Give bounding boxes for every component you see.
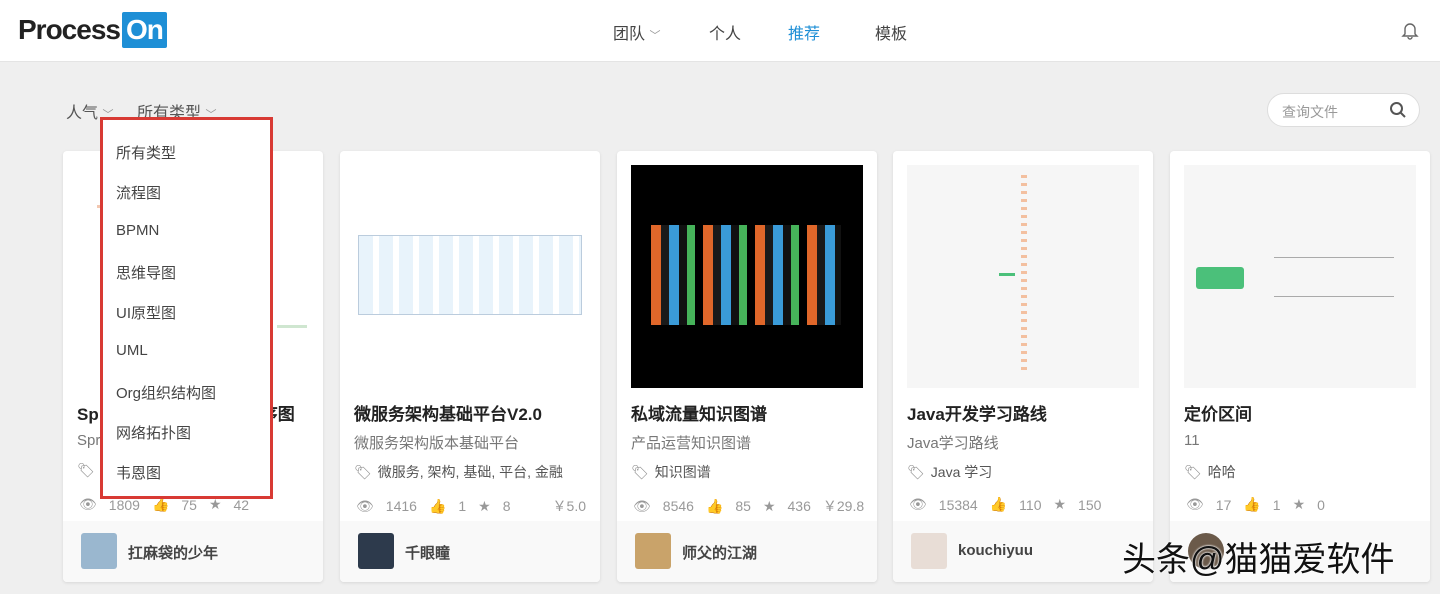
avatar[interactable] <box>635 533 671 569</box>
tag-icon: 🏷 <box>907 464 925 481</box>
top-header: ProcessOn 团队 ﹀ 个人 推荐 模板 <box>0 0 1440 62</box>
logo-badge: On <box>122 12 167 48</box>
card-description: 微服务架构版本基础平台 <box>354 432 519 453</box>
dropdown-item[interactable]: Org组织结构图 <box>116 382 216 403</box>
nav-personal[interactable]: 个人 <box>709 20 741 44</box>
template-card[interactable]: 微服务架构基础平台V2.0 微服务架构版本基础平台 🏷微服务, 架构, 基础, … <box>340 151 600 582</box>
card-description: 11 <box>1184 432 1200 449</box>
thumbs-up-icon: 👍 <box>429 498 446 515</box>
nav-recommend[interactable]: 推荐 <box>788 20 820 44</box>
eye-icon: 👁 <box>1186 496 1204 513</box>
eye-icon: 👁 <box>356 498 374 515</box>
author-name[interactable]: kouchiyuu <box>958 542 1033 559</box>
card-footer: 师父的江湖 <box>617 521 877 582</box>
template-card[interactable]: Java开发学习路线 Java学习路线 🏷Java 学习 👁15384👍110★… <box>893 151 1153 582</box>
card-title[interactable]: 微服务架构基础平台V2.0 <box>354 400 542 425</box>
chevron-down-icon: ﹀ <box>649 30 660 42</box>
card-title[interactable]: 定价区间 <box>1184 400 1252 425</box>
thumbs-up-icon: 👍 <box>706 498 723 515</box>
card-stats: 👁15384👍110★150 <box>909 496 1139 513</box>
thumbs-up-icon: 👍 <box>990 496 1007 513</box>
card-stats: 👁8546👍85★436￥29.8 <box>633 496 863 516</box>
price: ￥29.8 <box>823 496 864 516</box>
star-icon: ★ <box>763 498 776 515</box>
card-footer: 扛麻袋的少年 <box>63 521 323 582</box>
tag-icon: 🏷 <box>77 462 95 479</box>
thumbs-up-icon: 👍 <box>1243 496 1260 513</box>
nav-team[interactable]: 团队 ﹀ <box>613 20 660 44</box>
avatar[interactable] <box>911 533 947 569</box>
avatar[interactable] <box>81 533 117 569</box>
eye-icon: 👁 <box>79 496 97 513</box>
card-footer: kouchiyuu <box>893 521 1153 582</box>
card-thumbnail[interactable] <box>907 165 1139 388</box>
tag-icon: 🏷 <box>354 464 372 481</box>
dropdown-item[interactable]: 所有类型 <box>116 142 176 163</box>
star-icon: ★ <box>478 498 491 515</box>
author-name[interactable]: 师父的江湖 <box>682 542 757 563</box>
eye-icon: 👁 <box>633 498 651 515</box>
card-description: Spr <box>77 432 100 449</box>
tag-icon: 🏷 <box>631 464 649 481</box>
nav-templates[interactable]: 模板 <box>875 20 907 44</box>
template-card[interactable]: 私域流量知识图谱 产品运营知识图谱 🏷知识图谱 👁8546👍85★436￥29.… <box>617 151 877 582</box>
card-tags: 🏷哈哈 <box>1184 462 1236 482</box>
author-name[interactable]: 千眼瞳 <box>405 542 450 563</box>
type-dropdown-menu: 所有类型 流程图 BPMN 思维导图 UI原型图 UML Org组织结构图 网络… <box>100 117 273 499</box>
dropdown-item[interactable]: BPMN <box>116 222 159 239</box>
star-icon: ★ <box>1053 496 1066 513</box>
card-thumbnail[interactable] <box>1184 165 1416 388</box>
card-footer: 千眼瞳 <box>340 521 600 582</box>
avatar[interactable] <box>358 533 394 569</box>
dropdown-item[interactable]: UI原型图 <box>116 302 176 323</box>
search-icon[interactable] <box>1389 101 1407 119</box>
star-icon: ★ <box>1293 496 1306 513</box>
tag-icon: 🏷 <box>1184 464 1202 481</box>
card-thumbnail[interactable] <box>354 165 586 388</box>
card-thumbnail[interactable] <box>631 165 863 388</box>
dropdown-item[interactable]: 流程图 <box>116 182 161 203</box>
bell-icon[interactable] <box>1400 20 1420 40</box>
logo-text: Process <box>18 14 120 46</box>
card-tags: 🏷微服务, 架构, 基础, 平台, 金融 <box>354 462 563 482</box>
card-tags: 🏷 <box>77 462 101 479</box>
processon-logo[interactable]: ProcessOn <box>18 12 167 48</box>
dropdown-item[interactable]: 网络拓扑图 <box>116 422 191 443</box>
card-description: Java学习路线 <box>907 432 999 453</box>
card-stats: 👁17👍1★0 <box>1186 496 1416 513</box>
price: ￥5.0 <box>553 496 586 516</box>
dropdown-item[interactable]: UML <box>116 342 148 359</box>
card-description: 产品运营知识图谱 <box>631 432 751 453</box>
search-input[interactable]: 查询文件 <box>1267 93 1420 127</box>
card-tags: 🏷Java 学习 <box>907 462 992 482</box>
card-tags: 🏷知识图谱 <box>631 462 711 482</box>
card-title[interactable]: 私域流量知识图谱 <box>631 400 767 425</box>
dropdown-item[interactable]: 韦恩图 <box>116 462 161 483</box>
card-stats: 👁1416👍1★8￥5.0 <box>356 496 586 516</box>
author-name[interactable]: 扛麻袋的少年 <box>128 542 218 563</box>
dropdown-item[interactable]: 思维导图 <box>116 262 176 283</box>
watermark: 头条@猫猫爱软件 <box>1122 532 1395 581</box>
template-card[interactable]: 定价区间 11 🏷哈哈 👁17👍1★0 <box>1170 151 1430 582</box>
card-title[interactable]: Java开发学习路线 <box>907 400 1047 425</box>
eye-icon: 👁 <box>909 496 927 513</box>
